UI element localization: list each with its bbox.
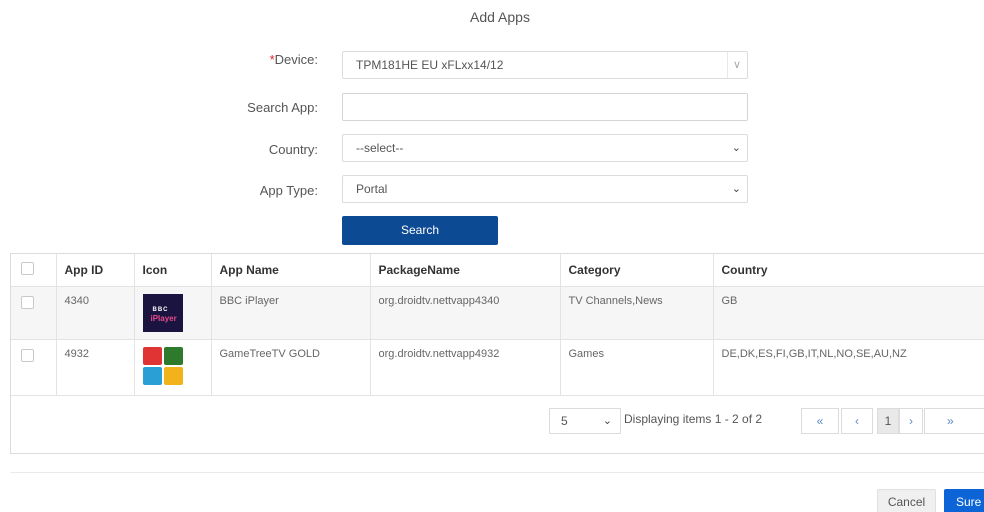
- chevron-down-icon: ⌄: [731, 183, 741, 195]
- icon-cell: BBC iPlayer: [134, 286, 212, 340]
- next-page-button[interactable]: ›: [899, 407, 923, 434]
- column-header[interactable]: App Name: [211, 254, 371, 287]
- row-select-cell[interactable]: [11, 286, 57, 340]
- bbc-icon-text: BBC: [152, 306, 169, 313]
- game-tile-icon: [142, 366, 162, 385]
- game-tile-icon: [142, 346, 162, 365]
- column-header[interactable]: Country: [713, 254, 984, 287]
- country-value: --select--: [356, 141, 404, 155]
- column-header[interactable]: App ID: [56, 254, 135, 287]
- chevron-down-icon: ∨: [732, 59, 741, 71]
- prev-page-button[interactable]: ‹: [841, 407, 873, 434]
- table-row[interactable]: 4340 BBC iPlayer BBC iPlayer org.droidtv…: [11, 286, 984, 340]
- app-id-cell: 4932: [56, 339, 135, 396]
- table-header-row: App ID Icon App Name PackageName Categor…: [11, 254, 984, 287]
- app-name-cell: GameTreeTV GOLD: [211, 339, 371, 396]
- icon-cell: [134, 339, 212, 396]
- column-header[interactable]: Category: [560, 254, 714, 287]
- pagination-bar: 5 ⌄ Displaying items 1 - 2 of 2 « ‹ 1 › …: [11, 396, 984, 453]
- last-page-button[interactable]: »: [924, 407, 984, 434]
- device-select[interactable]: TPM181HE EU xFLxx14/12 ∨: [342, 51, 748, 79]
- country-cell: GB: [713, 286, 984, 340]
- country-cell: DE,DK,ES,FI,GB,IT,NL,NO,SE,AU,NZ: [713, 339, 984, 396]
- apps-table: App ID Icon App Name PackageName Categor…: [10, 253, 984, 454]
- first-page-button[interactable]: «: [801, 407, 839, 434]
- category-cell: Games: [560, 339, 714, 396]
- footer-divider: [10, 472, 984, 473]
- category-cell: TV Channels,News: [560, 286, 714, 340]
- row-checkbox[interactable]: [21, 295, 34, 309]
- package-name-cell: org.droidtv.nettvapp4340: [370, 286, 561, 340]
- country-label: Country:: [268, 142, 318, 157]
- game-tile-icon: [163, 346, 183, 365]
- app-type-select[interactable]: Portal ⌄: [342, 175, 748, 203]
- chevron-down-icon: ⌄: [731, 142, 741, 154]
- country-select[interactable]: --select-- ⌄: [342, 134, 748, 162]
- display-info: Displaying items 1 - 2 of 2: [624, 411, 763, 426]
- select-all-cell[interactable]: [11, 254, 57, 287]
- gametreetv-icon: [142, 346, 183, 385]
- select-all-checkbox[interactable]: [21, 261, 34, 275]
- bbc-iplayer-icon: BBC iPlayer: [142, 293, 183, 332]
- sure-button[interactable]: Sure: [944, 489, 984, 512]
- search-button[interactable]: Search: [342, 216, 498, 245]
- app-type-value: Portal: [356, 182, 388, 196]
- current-page[interactable]: 1: [877, 407, 899, 434]
- table-row[interactable]: 4932 GameTreeTV GOLD org.droidtv.nettvap…: [11, 339, 984, 396]
- search-app-label: Search App:: [247, 100, 318, 115]
- game-tile-icon: [163, 366, 183, 385]
- iplayer-icon-text: iPlayer: [150, 313, 177, 323]
- row-select-cell[interactable]: [11, 339, 57, 396]
- dialog-title: Add Apps: [470, 9, 530, 25]
- page-size-select[interactable]: 5 ⌄: [549, 407, 621, 434]
- cancel-button[interactable]: Cancel: [877, 489, 936, 512]
- page-size-value: 5: [561, 413, 568, 428]
- chevron-down-icon: ⌄: [602, 414, 612, 427]
- search-app-input[interactable]: [342, 93, 748, 121]
- device-label: *Device:: [168, 52, 318, 67]
- column-header[interactable]: PackageName: [370, 254, 561, 287]
- package-name-cell: org.droidtv.nettvapp4932: [370, 339, 561, 396]
- app-id-cell: 4340: [56, 286, 135, 340]
- row-checkbox[interactable]: [21, 348, 34, 362]
- app-type-label: App Type:: [259, 183, 318, 198]
- app-name-cell: BBC iPlayer: [211, 286, 371, 340]
- column-header[interactable]: Icon: [134, 254, 212, 287]
- device-value: TPM181HE EU xFLxx14/12: [356, 58, 504, 72]
- device-label-text: Device:: [274, 52, 318, 67]
